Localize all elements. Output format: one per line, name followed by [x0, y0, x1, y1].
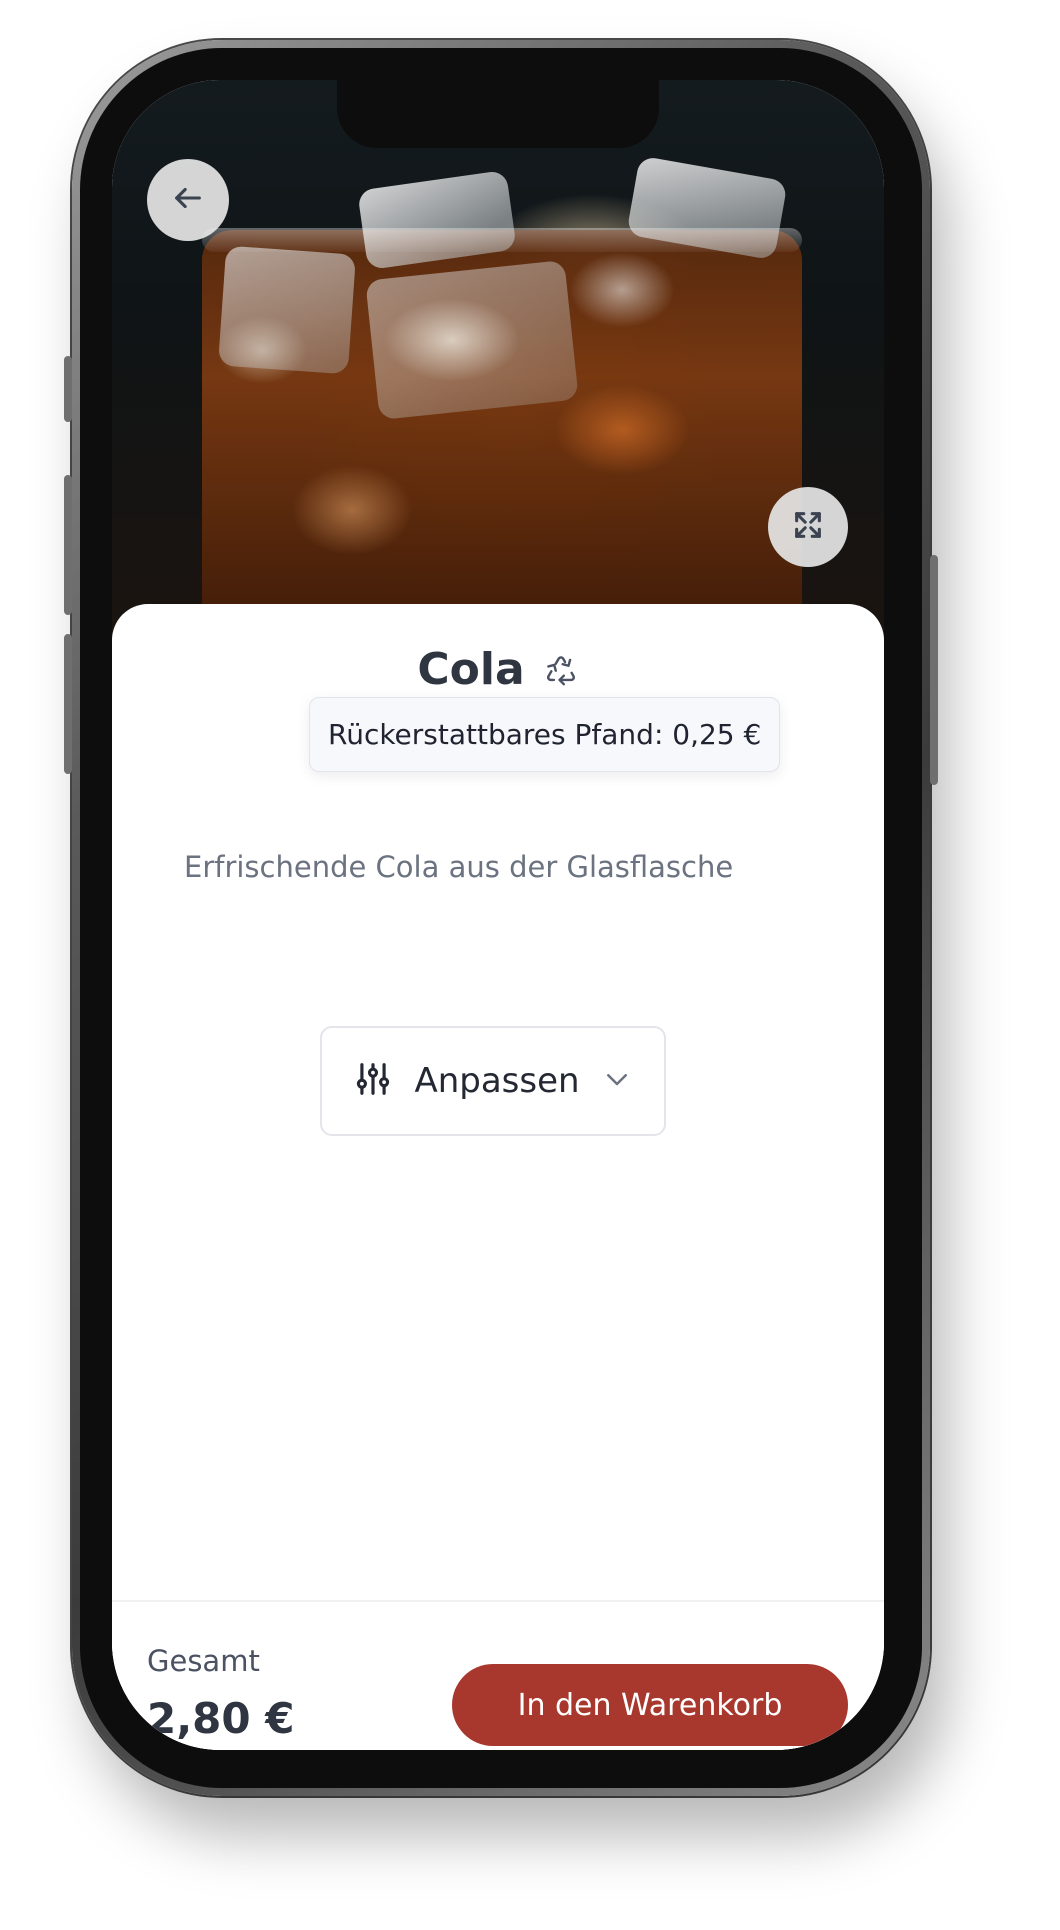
sliders-icon	[354, 1060, 392, 1102]
product-title: Cola	[417, 644, 525, 695]
phone-volume-down	[64, 634, 72, 774]
app-screen: Cola Rückerstattbares Pfand: 0,25 € Erfr…	[112, 80, 884, 1750]
total-price: 2,80 €	[147, 1694, 295, 1743]
product-detail-sheet: Cola	[112, 604, 884, 1750]
phone-notch	[337, 80, 659, 148]
deposit-tooltip: Rückerstattbares Pfand: 0,25 €	[309, 697, 781, 772]
phone-side-button	[64, 356, 72, 422]
chevron-down-icon	[602, 1064, 632, 1098]
recycle-icon[interactable]	[543, 652, 579, 688]
phone-power-button	[930, 555, 938, 785]
total-label: Gesamt	[147, 1644, 260, 1678]
expand-icon	[791, 508, 825, 546]
product-image	[112, 80, 884, 650]
expand-image-button[interactable]	[768, 487, 848, 567]
customize-label: Anpassen	[414, 1061, 580, 1101]
customize-button[interactable]: Anpassen	[320, 1026, 666, 1136]
product-title-row: Cola	[112, 644, 884, 695]
product-description: Erfrischende Cola aus der Glasflasche	[184, 850, 734, 884]
product-image-ice	[365, 259, 579, 421]
add-to-cart-button[interactable]: In den Warenkorb	[452, 1664, 848, 1746]
arrow-left-icon	[171, 181, 205, 219]
phone-volume-up	[64, 475, 72, 615]
back-button[interactable]	[147, 159, 229, 241]
checkout-footer: Gesamt 2,80 € In den Warenkorb	[112, 1600, 884, 1750]
product-image-ice	[217, 245, 357, 375]
phone-frame: Cola Rückerstattbares Pfand: 0,25 € Erfr…	[64, 40, 938, 1796]
product-image-rim	[202, 228, 802, 252]
